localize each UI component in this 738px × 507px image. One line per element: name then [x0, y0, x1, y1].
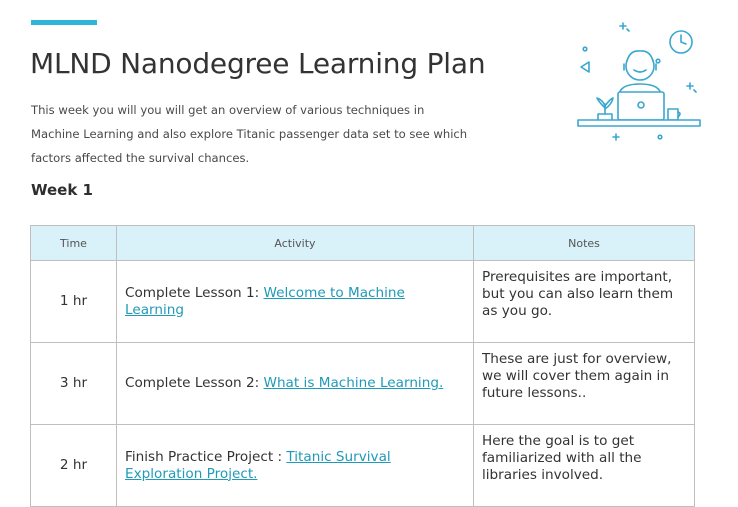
activity-text: Complete Lesson 1: — [125, 284, 264, 301]
column-header-time: Time — [30, 225, 117, 261]
learning-plan-table: Time Activity Notes 1 hr Complete Lesson… — [30, 225, 695, 507]
dot-icon — [657, 134, 663, 140]
intro-line-2: Machine Learning and also explore Titani… — [31, 127, 468, 141]
notes-cell: Prerequisites are important, but you can… — [473, 260, 695, 343]
sparkle-icon — [619, 22, 630, 32]
desk-icon — [577, 119, 701, 127]
accent-bar — [31, 20, 97, 25]
table-row: 1 hr Complete Lesson 1: Welcome to Machi… — [30, 260, 695, 343]
activity-text: Complete Lesson 2: — [125, 375, 264, 391]
sparkle-icon — [612, 133, 620, 141]
intro-line-1: This week you will you will get an overv… — [31, 103, 425, 117]
week-heading: Week 1 — [31, 181, 93, 199]
intro-line-3: factors affected the survival chances. — [31, 151, 250, 165]
activity-text: Finish Practice Project : — [125, 448, 287, 465]
clock-icon — [669, 30, 693, 54]
sparkle-icon — [686, 82, 697, 93]
column-header-notes: Notes — [473, 225, 695, 261]
dot-icon — [582, 46, 588, 52]
time-cell: 3 hr — [30, 342, 117, 425]
activity-cell: Complete Lesson 2: What is Machine Learn… — [116, 342, 474, 425]
page-title: MLND Nanodegree Learning Plan — [30, 47, 486, 80]
triangle-icon — [580, 61, 590, 73]
table-header-row: Time Activity Notes — [30, 225, 695, 261]
student-at-laptop-illustration — [577, 22, 701, 141]
lesson-2-link[interactable]: What is Machine Learning. — [264, 375, 444, 391]
laptop-icon — [617, 91, 665, 121]
table-row: 3 hr Complete Lesson 2: What is Machine … — [30, 342, 695, 425]
activity-cell: Complete Lesson 1: Welcome to Machine Le… — [116, 260, 474, 343]
plant-icon — [596, 97, 614, 121]
mug-icon — [667, 108, 681, 121]
intro-paragraph: This week you will you will get an overv… — [31, 98, 501, 170]
activity-cell: Finish Practice Project : Titanic Surviv… — [116, 424, 474, 507]
table-row: 2 hr Finish Practice Project : Titanic S… — [30, 424, 695, 507]
column-header-activity: Activity — [116, 225, 474, 261]
notes-cell: Here the goal is to get familiarized wit… — [473, 424, 695, 507]
time-cell: 1 hr — [30, 260, 117, 343]
dot-icon — [655, 58, 661, 64]
time-cell: 2 hr — [30, 424, 117, 507]
notes-cell: These are just for overview, we will cov… — [473, 342, 695, 425]
